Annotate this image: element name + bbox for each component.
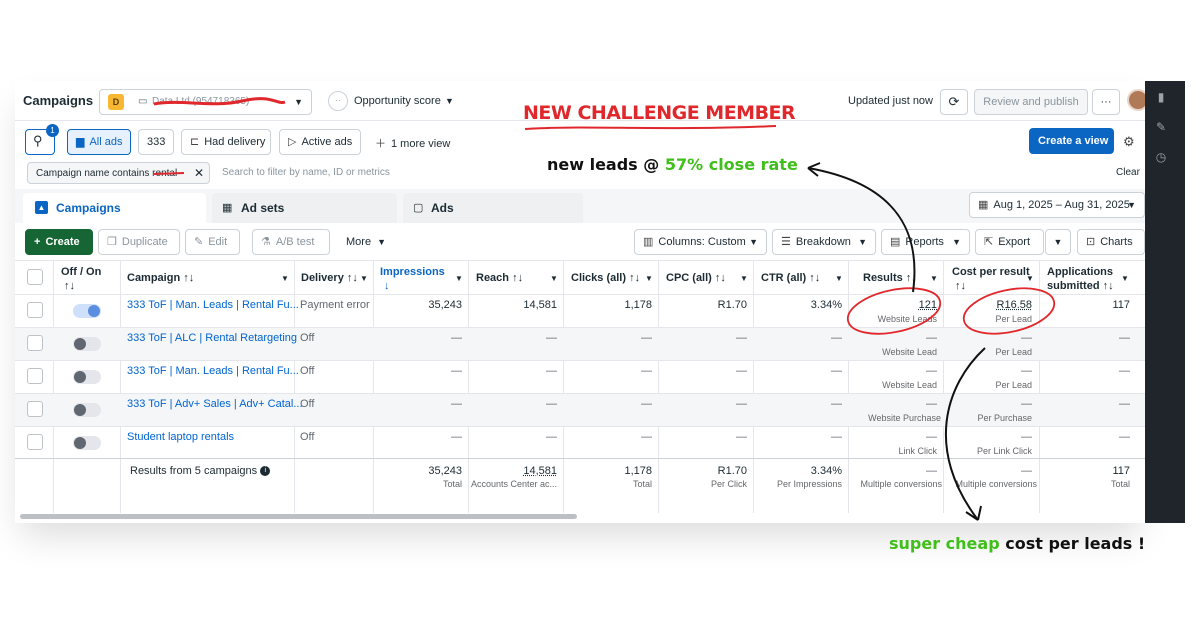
- arrow-to-cheap: [945, 347, 986, 521]
- cost-circle: [962, 287, 1056, 335]
- results-circle: [846, 287, 942, 335]
- annotation-overlay: [807, 162, 1056, 521]
- arrow-to-leads: [807, 167, 916, 293]
